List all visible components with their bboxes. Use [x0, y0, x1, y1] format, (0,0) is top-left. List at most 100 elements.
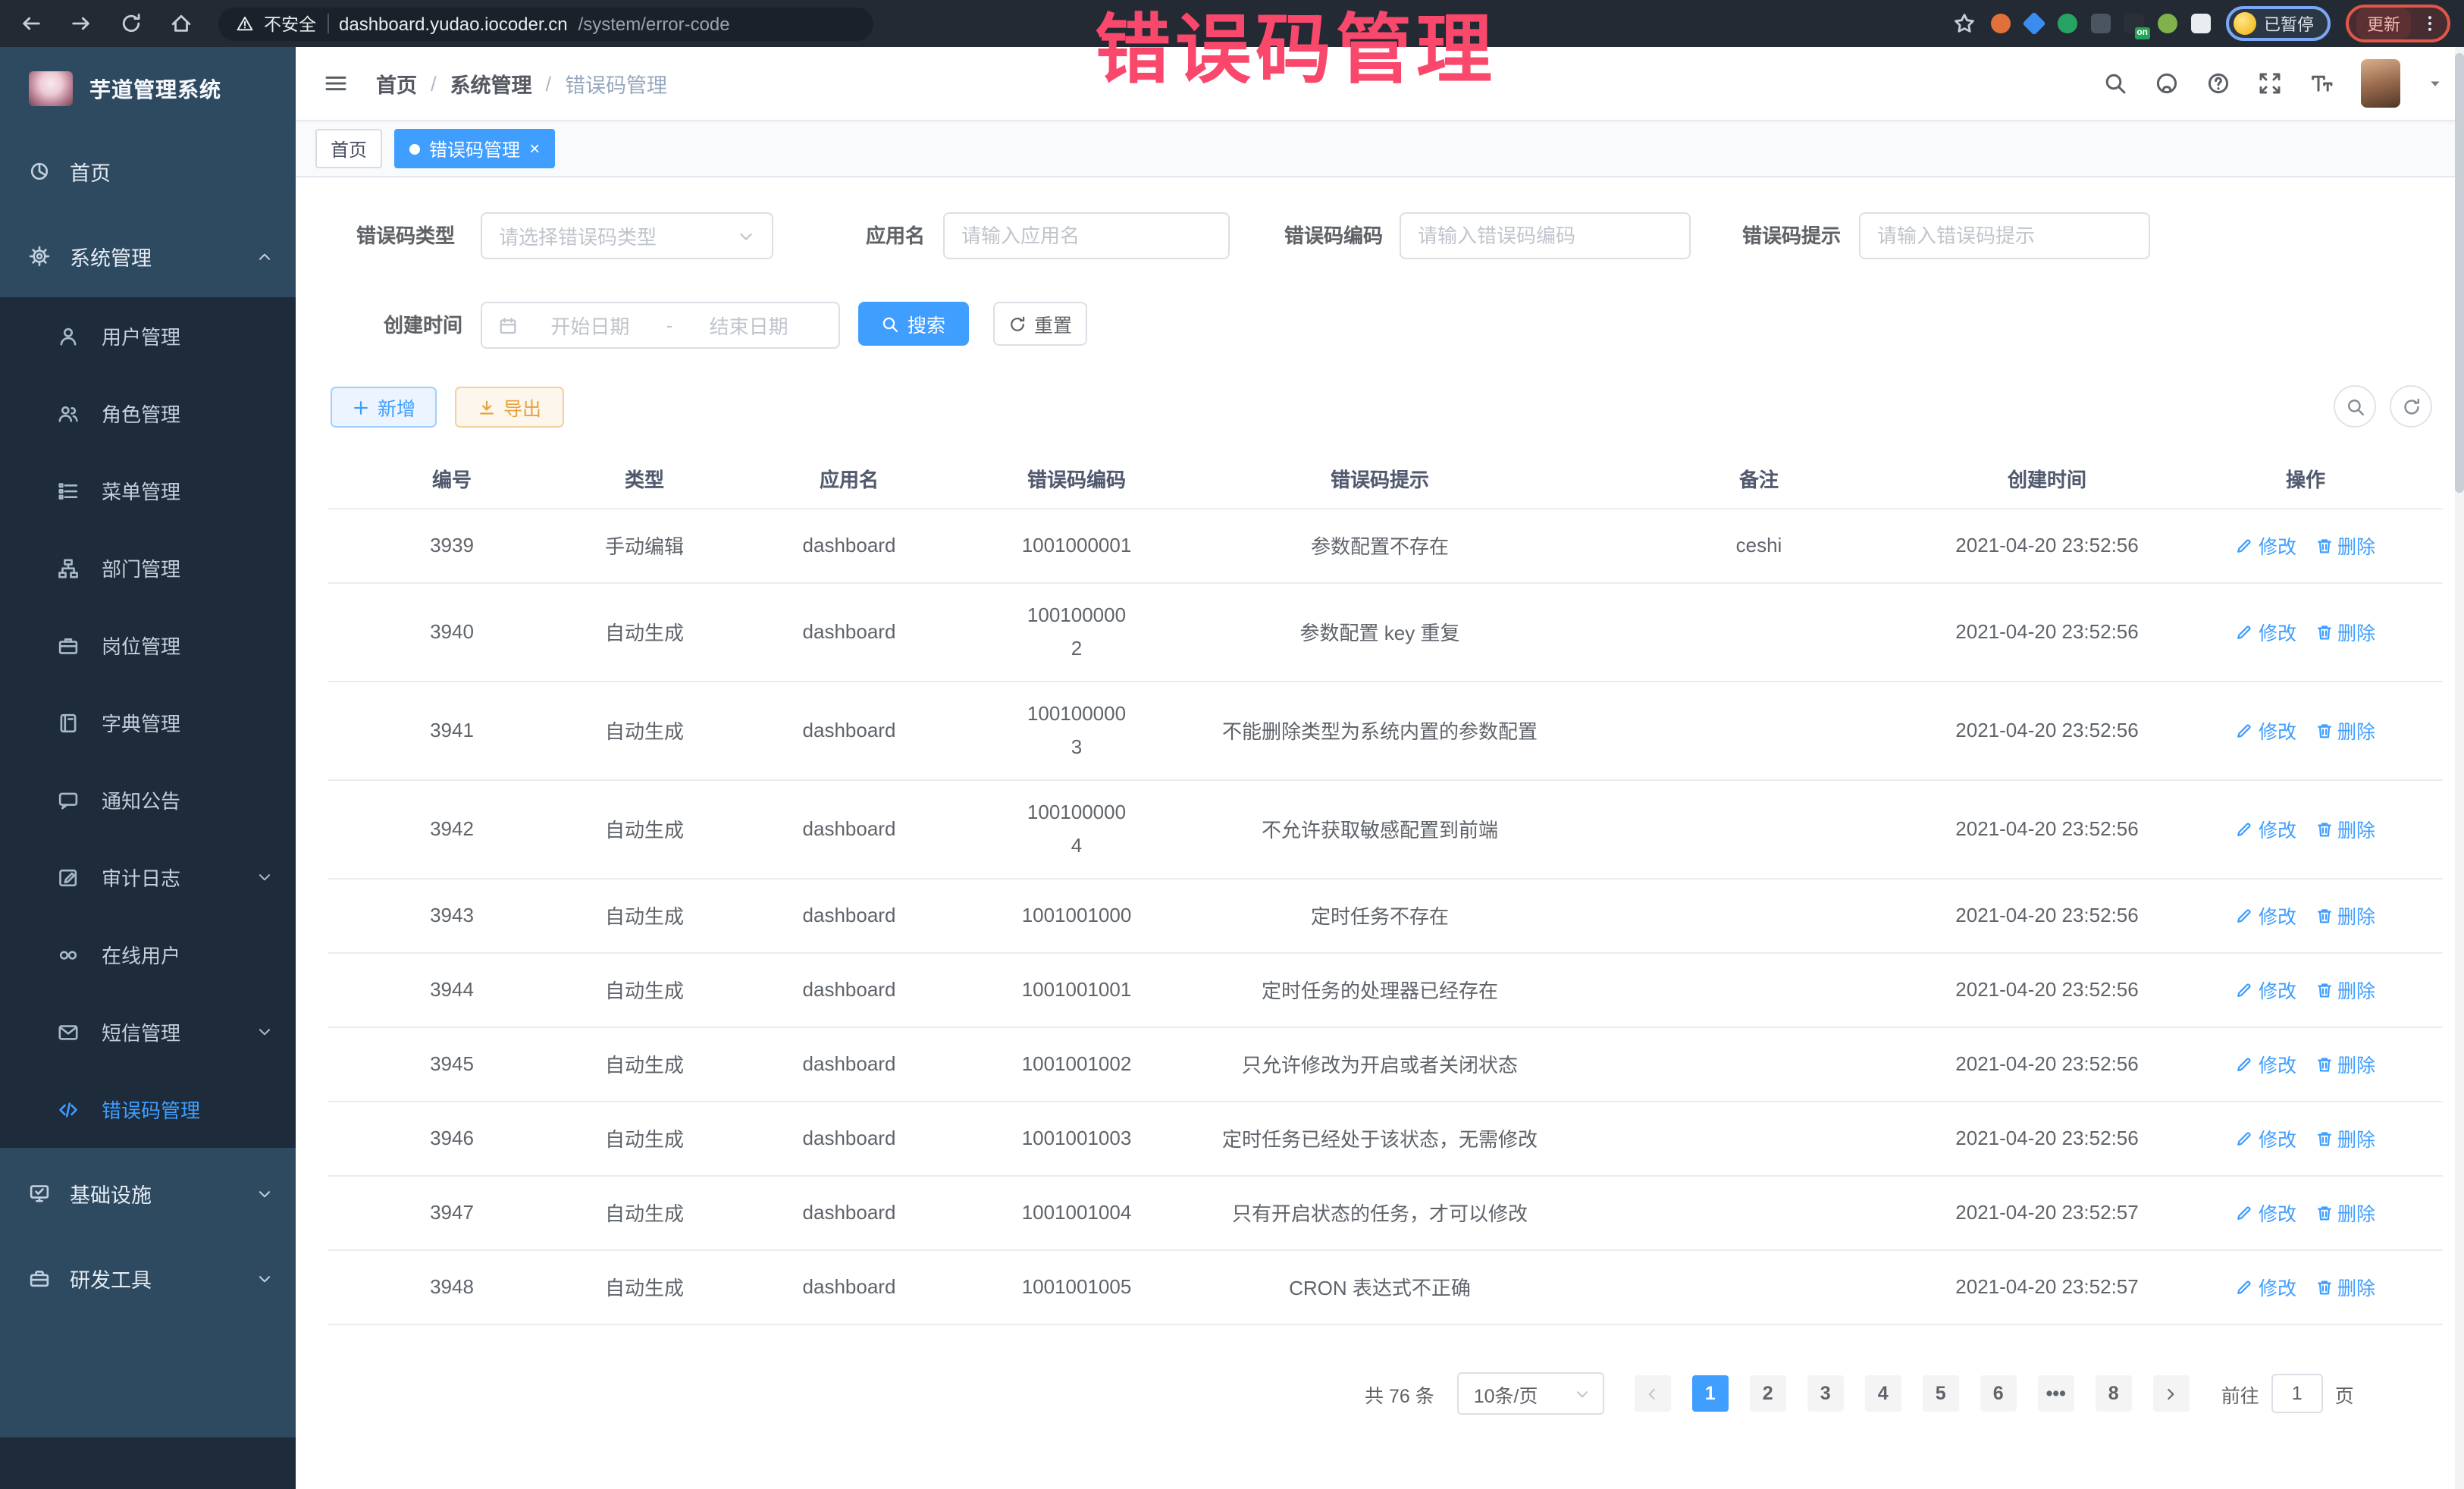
bookmark-star-icon[interactable]	[1953, 12, 1976, 35]
delete-link[interactable]: 删除	[2315, 531, 2375, 560]
delete-link[interactable]: 删除	[2315, 975, 2375, 1004]
sidebar-item-dashboard[interactable]: 首页	[0, 133, 296, 209]
date-range-picker[interactable]: 开始日期 - 结束日期	[481, 302, 840, 349]
sidebar-item-gear[interactable]: 系统管理	[0, 218, 296, 294]
header-search-icon[interactable]	[2103, 71, 2127, 96]
extension-icon-orange-ring[interactable]	[1991, 14, 2011, 33]
delete-link[interactable]: 删除	[2315, 1198, 2375, 1227]
table-row: 3945自动生成dashboard1001001002只允许修改为开启或者关闭状…	[328, 1027, 2443, 1101]
delete-link[interactable]: 删除	[2315, 617, 2375, 646]
sidebar-item-online[interactable]: 在线用户	[0, 916, 296, 993]
edit-link[interactable]: 修改	[2236, 975, 2296, 1004]
add-button[interactable]: 新增	[331, 387, 437, 428]
edit-link[interactable]: 修改	[2236, 531, 2296, 560]
pencil-icon	[2236, 980, 2254, 998]
edit-link[interactable]: 修改	[2236, 901, 2296, 929]
edit-link[interactable]: 修改	[2236, 1049, 2296, 1078]
extension-icon-blue-gem[interactable]	[2022, 11, 2045, 35]
help-icon[interactable]	[2206, 71, 2230, 96]
avatar-caret-icon[interactable]	[2428, 76, 2443, 91]
delete-link[interactable]: 删除	[2315, 1049, 2375, 1078]
pagination-page-button[interactable]: 5	[1923, 1375, 1959, 1412]
browser-menu-dots-icon[interactable]	[2420, 14, 2440, 33]
export-button[interactable]: 导出	[455, 387, 564, 428]
sidebar-item-users[interactable]: 角色管理	[0, 375, 296, 452]
sidebar-item-user[interactable]: 用户管理	[0, 297, 296, 375]
scrollbar-thumb[interactable]	[2455, 53, 2464, 493]
pagination-page-button[interactable]: 6	[1980, 1375, 2017, 1412]
filter-time-label: 创建时间	[375, 302, 462, 349]
edit-link[interactable]: 修改	[2236, 1272, 2296, 1301]
tab-error-code[interactable]: 错误码管理	[394, 129, 555, 168]
add-button-label: 新增	[378, 393, 415, 422]
trash-icon	[2315, 1203, 2333, 1221]
tab-close-icon[interactable]	[529, 139, 540, 158]
sidebar-item-code[interactable]: 错误码管理	[0, 1071, 296, 1148]
forward-icon[interactable]	[70, 12, 92, 35]
edit-link[interactable]: 修改	[2236, 617, 2296, 646]
extension-icon-puzzle[interactable]	[2191, 14, 2211, 33]
font-size-icon[interactable]	[2309, 71, 2334, 96]
search-button[interactable]: 搜索	[858, 302, 969, 346]
monitor-icon	[29, 1183, 50, 1204]
profile-paused-chip[interactable]: 已暂停	[2226, 6, 2331, 41]
edit-link[interactable]: 修改	[2236, 814, 2296, 843]
window-scrollbar[interactable]	[2455, 47, 2464, 1489]
sidebar-item-list[interactable]: 菜单管理	[0, 452, 296, 529]
trash-icon	[2315, 820, 2333, 838]
goto-page-input[interactable]	[2271, 1374, 2323, 1413]
fullscreen-icon[interactable]	[2258, 71, 2282, 96]
toggle-search-button[interactable]	[2334, 385, 2376, 428]
delete-link[interactable]: 删除	[2315, 901, 2375, 929]
home-icon[interactable]	[170, 12, 193, 35]
pagination-page-button[interactable]: 2	[1750, 1375, 1786, 1412]
cell-id: 3941	[328, 681, 576, 779]
reset-button[interactable]: 重置	[993, 302, 1087, 346]
prev-page-button[interactable]	[1635, 1375, 1671, 1412]
pagination-page-button[interactable]: 1	[1692, 1375, 1729, 1412]
pagination-page-button[interactable]: 8	[2096, 1375, 2132, 1412]
github-icon[interactable]	[2155, 71, 2179, 96]
extension-icon-green-v[interactable]	[2058, 14, 2077, 33]
breadcrumb-item[interactable]: 首页	[376, 68, 417, 99]
edit-link[interactable]: 修改	[2236, 716, 2296, 744]
sidebar-item-toolbox[interactable]: 研发工具	[0, 1240, 296, 1316]
pagination-page-button[interactable]: 4	[1865, 1375, 1901, 1412]
pagination-page-button[interactable]: 3	[1807, 1375, 1844, 1412]
delete-link[interactable]: 删除	[2315, 1124, 2375, 1152]
sidebar-item-mail[interactable]: 短信管理	[0, 993, 296, 1071]
edit-link[interactable]: 修改	[2236, 1198, 2296, 1227]
sidebar-item-monitor[interactable]: 基础设施	[0, 1155, 296, 1231]
sidebar-item-label: 基础设施	[70, 1178, 152, 1208]
reload-icon[interactable]	[120, 12, 143, 35]
tab-home[interactable]: 首页	[315, 129, 382, 168]
back-icon[interactable]	[20, 12, 42, 35]
edit-link[interactable]: 修改	[2236, 1124, 2296, 1152]
app-name-input[interactable]	[943, 212, 1230, 259]
delete-link[interactable]: 删除	[2315, 814, 2375, 843]
extension-icon-tiles[interactable]	[2091, 14, 2111, 33]
extension-icon-dark-on[interactable]: on	[2124, 14, 2144, 33]
delete-link[interactable]: 删除	[2315, 716, 2375, 744]
error-code-input[interactable]	[1400, 212, 1691, 259]
error-hint-input[interactable]	[1859, 212, 2150, 259]
page-ellipsis[interactable]: •••	[2038, 1375, 2074, 1412]
error-type-select[interactable]: 请选择错误码类型	[481, 212, 773, 259]
refresh-table-button[interactable]	[2390, 385, 2432, 428]
next-page-button[interactable]	[2153, 1375, 2190, 1412]
sidebar-item-book[interactable]: 字典管理	[0, 684, 296, 761]
sidebar-item-chat[interactable]: 通知公告	[0, 761, 296, 839]
browser-update-control[interactable]: 更新	[2346, 5, 2450, 42]
sidebar-item-tree[interactable]: 部门管理	[0, 529, 296, 607]
extension-icon-lime-figure[interactable]	[2158, 14, 2177, 33]
breadcrumb-item[interactable]: 系统管理	[450, 68, 532, 99]
user-avatar[interactable]	[2361, 59, 2400, 108]
update-button[interactable]: 更新	[2356, 8, 2411, 39]
sidebar-item-editlog[interactable]: 审计日志	[0, 839, 296, 916]
address-bar[interactable]: 不安全 dashboard.yudao.iocoder.cn/system/er…	[218, 7, 873, 40]
page-size-select[interactable]: 10条/页	[1457, 1372, 1604, 1415]
sidebar-item-briefcase[interactable]: 岗位管理	[0, 607, 296, 684]
delete-link[interactable]: 删除	[2315, 1272, 2375, 1301]
hamburger-icon[interactable]	[323, 71, 349, 96]
sidebar-logo[interactable]: 芋道管理系统	[0, 47, 296, 130]
